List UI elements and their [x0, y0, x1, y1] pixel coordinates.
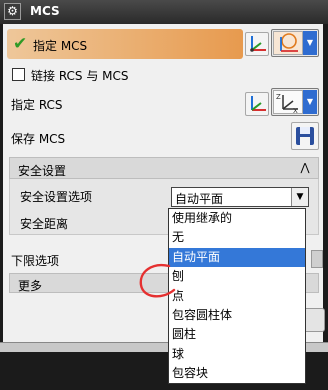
link-rcs-mcs-label: 链接 RCS 与 MCS	[31, 69, 129, 83]
save-mcs-label: 保存 MCS	[11, 132, 66, 146]
window-title: MCS	[30, 4, 60, 18]
csys-orient-icon: Z X	[276, 93, 298, 115]
dropdown-option[interactable]: 点	[169, 287, 305, 306]
dropdown-option[interactable]: 球	[169, 345, 305, 364]
csys-dialog-button[interactable]	[245, 32, 269, 56]
chevron-down-icon: ▼	[303, 31, 317, 55]
safety-settings-title: 安全设置	[18, 164, 67, 178]
safety-option-label: 安全设置选项	[20, 190, 93, 204]
dropdown-option[interactable]: 刨	[169, 267, 305, 286]
link-rcs-mcs-checkbox[interactable]	[12, 68, 25, 81]
safety-settings-header[interactable]: 安全设置 ⋀	[9, 157, 319, 179]
gear-icon[interactable]: ⚙	[4, 3, 21, 20]
specify-mcs-row[interactable]: ✔ 指定 MCS	[7, 29, 243, 59]
chevron-down-icon: ▼	[303, 90, 317, 114]
chevron-up-icon[interactable]: ⋀	[294, 158, 316, 178]
csys-dialog-icon	[250, 36, 266, 52]
specify-rcs-label: 指定 RCS	[11, 98, 63, 112]
dropdown-option[interactable]: 无	[169, 228, 305, 247]
safety-distance-label: 安全距离	[20, 217, 69, 231]
safety-option-dropdown-list[interactable]: 使用继承的 无 自动平面 刨 点 包容圆柱体 圆柱 球 包容块	[168, 208, 306, 384]
annotation-circle	[139, 263, 176, 298]
dropdown-option-selected[interactable]: 自动平面	[169, 247, 305, 268]
csys-type-dropdown[interactable]: ▼	[271, 29, 319, 57]
specify-mcs-label: 指定 MCS	[33, 39, 88, 53]
title-bar: ⚙ MCS	[0, 0, 328, 24]
more-label: 更多	[18, 279, 43, 293]
svg-text:Z: Z	[276, 93, 281, 101]
chevron-down-icon[interactable]: ▼	[291, 188, 308, 206]
rcs-type-dropdown[interactable]: Z X ▼	[271, 88, 319, 116]
csys-dropdown-icon	[280, 33, 298, 52]
dropdown-option[interactable]: 使用继承的	[169, 209, 305, 228]
save-disk-icon	[296, 127, 314, 145]
svg-text:X: X	[293, 107, 298, 113]
lower-limit-select[interactable]	[311, 250, 323, 268]
lower-limit-label: 下限选项	[11, 254, 60, 268]
save-mcs-button[interactable]	[291, 122, 319, 150]
safety-option-value: 自动平面	[175, 192, 224, 206]
checkmark-icon: ✔	[13, 34, 28, 54]
csys-dialog-icon	[251, 96, 266, 111]
dropdown-option[interactable]: 包容圆柱体	[169, 306, 305, 325]
rcs-dialog-button[interactable]	[245, 92, 269, 116]
safety-option-select[interactable]: 自动平面 ▼	[171, 187, 309, 207]
dropdown-option[interactable]: 圆柱	[169, 325, 305, 344]
dropdown-option[interactable]: 包容块	[169, 364, 305, 383]
